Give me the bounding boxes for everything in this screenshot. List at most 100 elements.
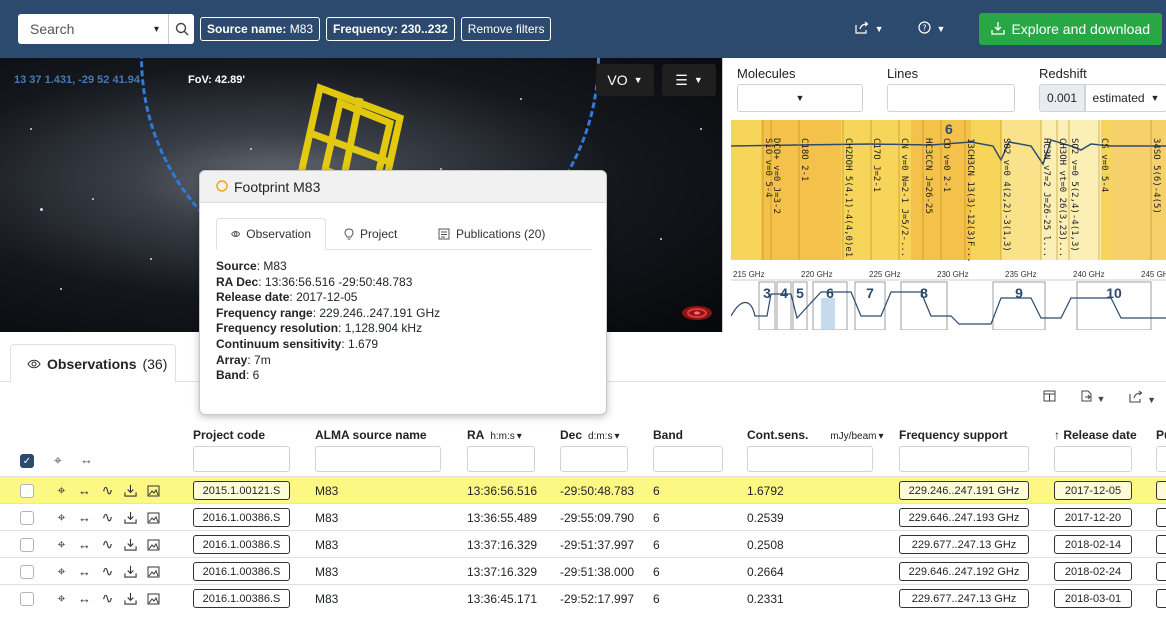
- col-header-project[interactable]: Project code: [193, 428, 265, 442]
- col-header-dec[interactable]: Dec d:m:s ▾: [560, 428, 620, 442]
- download-icon[interactable]: [119, 484, 142, 497]
- row-checkbox[interactable]: [20, 564, 34, 579]
- help-menu[interactable]: ? ▼: [917, 21, 945, 37]
- crosshair-icon[interactable]: ⌖: [50, 590, 73, 607]
- frequency-support-link[interactable]: 229.646..247.192 GHz: [899, 562, 1029, 581]
- row-checkbox[interactable]: [20, 591, 34, 606]
- selected-range-highlight[interactable]: [821, 298, 835, 330]
- col-header-source[interactable]: ALMA source name: [315, 428, 427, 442]
- frequency-support-link[interactable]: 229.246..247.191 GHz: [899, 481, 1029, 500]
- share-menu[interactable]: ▼: [855, 21, 884, 37]
- filter-chip-frequency[interactable]: Frequency: 230..232: [326, 17, 455, 41]
- pi-value: [1156, 508, 1166, 527]
- arrows-horizontal-icon[interactable]: ↔: [73, 564, 96, 579]
- crosshair-icon[interactable]: ⌖: [50, 536, 73, 553]
- search-icon[interactable]: [168, 14, 194, 44]
- export-menu[interactable]: ▼: [1080, 390, 1105, 406]
- project-code-link[interactable]: 2016.1.00386.S: [193, 535, 290, 554]
- download-icon[interactable]: [119, 565, 142, 578]
- crosshair-icon[interactable]: ⌖: [50, 482, 73, 499]
- table-row[interactable]: ⌖ ↔ ∿ 2016.1.00386.S M83 13:36:55.489 -29:55:0…: [0, 503, 1166, 530]
- row-checkbox[interactable]: [20, 510, 34, 525]
- arrows-horizontal-icon[interactable]: ↔: [73, 510, 96, 525]
- project-code-link[interactable]: 2016.1.00386.S: [193, 562, 290, 581]
- filter-chip-source[interactable]: Source name: M83: [200, 17, 321, 41]
- crosshair-icon[interactable]: ⌖: [50, 563, 73, 580]
- remove-filters-button[interactable]: Remove filters: [460, 17, 552, 41]
- search-box[interactable]: Search ▾: [18, 14, 194, 44]
- table-row[interactable]: ⌖ ↔ ∿ 2016.1.00386.S M83 13:37:16.329 -29:51:3…: [0, 530, 1166, 557]
- crosshair-icon[interactable]: ⌖: [50, 509, 73, 526]
- project-code-link[interactable]: 2016.1.00386.S: [193, 589, 290, 608]
- image-icon[interactable]: [142, 512, 165, 524]
- arrows-horizontal-icon[interactable]: ↔: [73, 483, 96, 498]
- layers-menu-button[interactable]: ☰ ▼: [662, 64, 716, 96]
- band-filter-input[interactable]: [653, 446, 723, 472]
- col-header-release[interactable]: ↑ Release date: [1054, 428, 1137, 442]
- project-filter-input[interactable]: [193, 446, 290, 472]
- image-icon[interactable]: [142, 485, 165, 497]
- share-table-menu[interactable]: ▼: [1129, 390, 1156, 406]
- arrows-horizontal-icon[interactable]: ↔: [73, 537, 96, 552]
- pi-value: [1156, 589, 1166, 608]
- spectrum-wave-icon[interactable]: ∿: [96, 563, 119, 580]
- col-header-frequency[interactable]: Frequency support: [899, 428, 1008, 442]
- table-row[interactable]: ⌖ ↔ ∿ 2015.1.00121.S M83 13:36:56.516 -29:50:4…: [0, 476, 1166, 503]
- row-checkbox[interactable]: [20, 483, 34, 498]
- band-value: 6: [653, 591, 660, 606]
- frequency-support-link[interactable]: 229.677..247.13 GHz: [899, 589, 1029, 608]
- vo-menu-button[interactable]: VO ▼: [596, 64, 654, 96]
- download-icon[interactable]: [119, 511, 142, 524]
- table-row[interactable]: ⌖ ↔ ∿ 2016.1.00386.S M83 13:36:45.171 -29:52:1…: [0, 584, 1166, 611]
- sort-up-icon: ↑: [1054, 428, 1060, 442]
- arrows-horizontal-icon[interactable]: ↔: [80, 452, 93, 467]
- project-code-link[interactable]: 2016.1.00386.S: [193, 508, 290, 527]
- col-header-cont-sens[interactable]: Cont.sens. mJy/beam ▾: [747, 428, 884, 442]
- frequency-filter-input[interactable]: [899, 446, 1029, 472]
- redshift-value[interactable]: 0.001: [1039, 84, 1085, 112]
- cont-sens-filter-input[interactable]: [747, 446, 873, 472]
- pi-filter-input[interactable]: [1156, 446, 1166, 472]
- image-icon[interactable]: [142, 593, 165, 605]
- spectrum-wave-icon[interactable]: ∿: [96, 590, 119, 607]
- row-checkbox[interactable]: [20, 537, 34, 552]
- spectrum-wave-icon[interactable]: ∿: [96, 509, 119, 526]
- col-header-pi[interactable]: Pu: [1156, 428, 1166, 442]
- band-label: 5: [796, 285, 804, 301]
- molecules-select[interactable]: ▼: [737, 84, 863, 112]
- lines-input[interactable]: [887, 84, 1015, 112]
- image-icon[interactable]: [142, 539, 165, 551]
- redshift-mode-select[interactable]: estimated ▼: [1085, 84, 1166, 112]
- download-icon[interactable]: [119, 592, 142, 605]
- popup-tab-project[interactable]: Project: [330, 218, 411, 250]
- source-filter-input[interactable]: [315, 446, 441, 472]
- tab-observations[interactable]: Observations (36): [10, 344, 176, 383]
- col-header-band[interactable]: Band: [653, 428, 683, 442]
- dec-filter-input[interactable]: [560, 446, 628, 472]
- project-code-link[interactable]: 2015.1.00121.S: [193, 481, 290, 500]
- frequency-support-link[interactable]: 229.646..247.193 GHz: [899, 508, 1029, 527]
- band-coverage-plot[interactable]: 215 GHz 220 GHz 225 GHz 230 GHz 235 GHz 240 G…: [731, 268, 1166, 330]
- ra-filter-input[interactable]: [467, 446, 535, 472]
- download-icon[interactable]: [119, 538, 142, 551]
- spectrum-plot[interactable]: 6 SiO v=0 5-4DCO+ v=0 J=3-2 C18O 2-1 CH2DO…: [731, 120, 1166, 266]
- ra-value: 13:37:16.329: [467, 537, 538, 552]
- popup-tab-publications[interactable]: Publications (20): [424, 218, 559, 250]
- release-filter-input[interactable]: [1054, 446, 1132, 472]
- frequency-support-link[interactable]: 229.677..247.13 GHz: [899, 535, 1029, 554]
- spectrum-wave-icon[interactable]: ∿: [96, 482, 119, 499]
- popup-tab-observation[interactable]: Observation: [216, 218, 326, 250]
- search-input[interactable]: Search: [18, 21, 154, 37]
- col-header-ra[interactable]: RA h:m:s ▾: [467, 428, 522, 442]
- select-all-checkbox[interactable]: ✓: [20, 454, 34, 468]
- chevron-down-icon[interactable]: ▾: [154, 24, 168, 35]
- spectrum-wave-icon[interactable]: ∿: [96, 536, 119, 553]
- arrows-horizontal-icon[interactable]: ↔: [73, 591, 96, 606]
- image-icon[interactable]: [142, 566, 165, 578]
- columns-icon[interactable]: [1043, 390, 1056, 406]
- freq-tick-label: 220 GHz: [801, 270, 833, 279]
- crosshair-icon[interactable]: ⌖: [54, 452, 62, 469]
- explore-and-download-button[interactable]: Explore and download: [979, 13, 1162, 45]
- table-row[interactable]: ⌖ ↔ ∿ 2016.1.00386.S M83 13:37:16.329 -29:51:3…: [0, 557, 1166, 584]
- cont-sens-value: 0.2664: [747, 564, 784, 579]
